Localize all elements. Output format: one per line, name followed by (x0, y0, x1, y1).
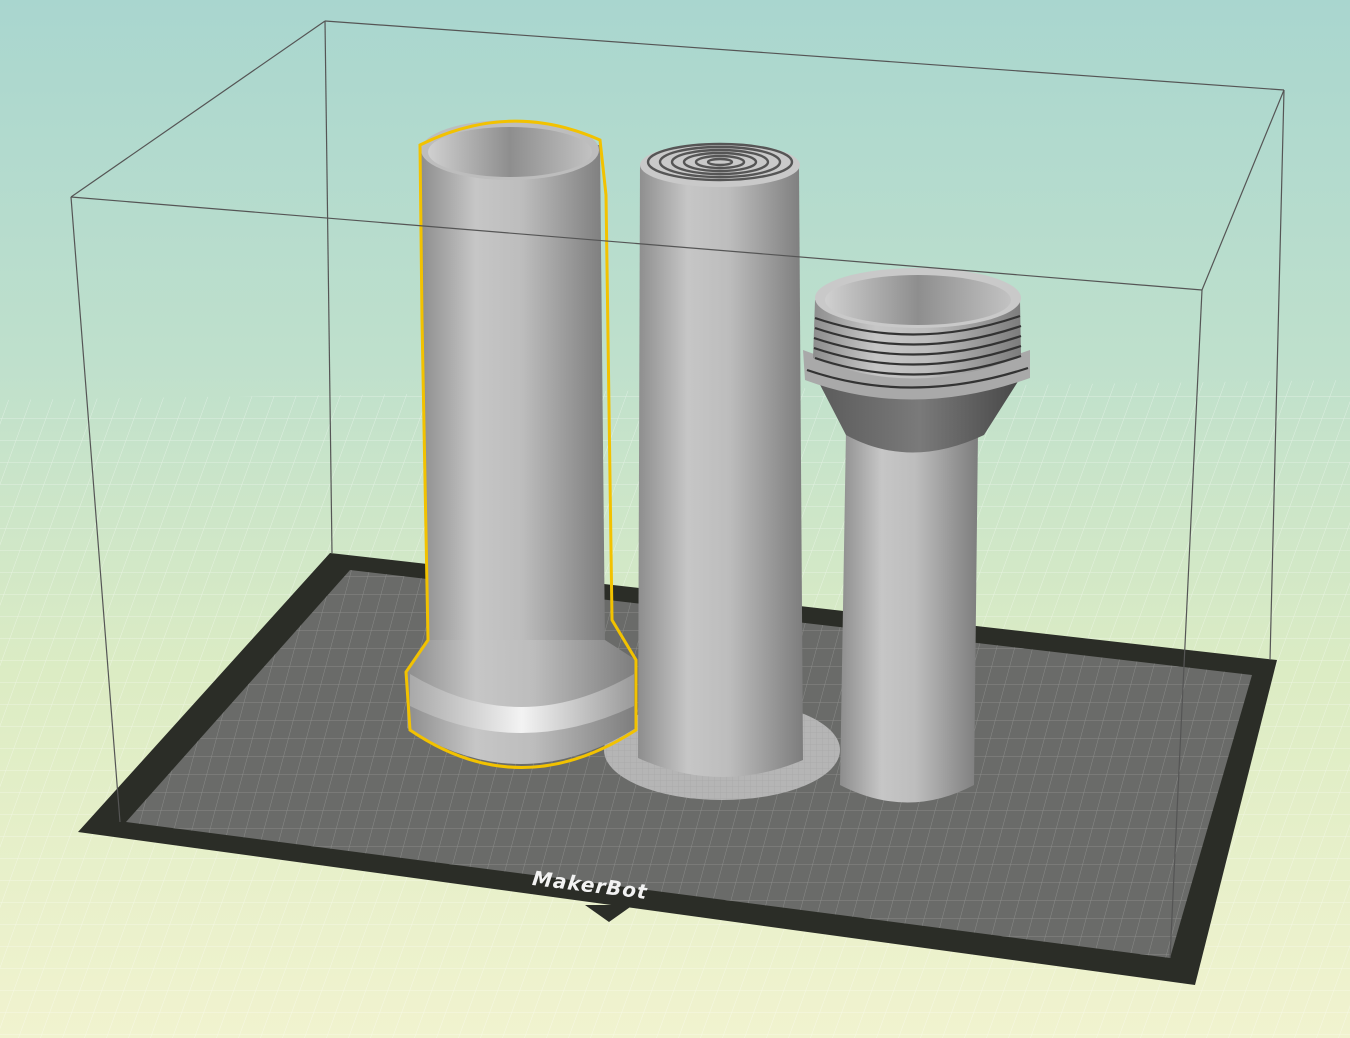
object-tall-cylinder-with-flared-base[interactable] (404, 119, 638, 769)
build-scene[interactable]: MakerBot (0, 0, 1350, 1038)
3d-viewport[interactable]: MakerBot (0, 0, 1350, 1038)
object-cylinder-with-concentric-rings[interactable] (638, 142, 803, 778)
